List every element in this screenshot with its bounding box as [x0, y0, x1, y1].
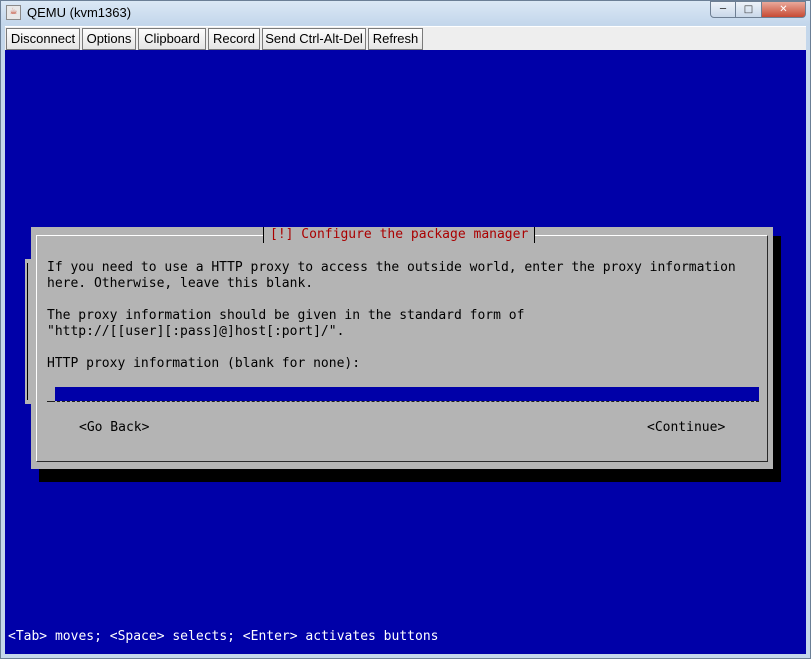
close-button[interactable]: ✕ [762, 1, 806, 18]
clipboard-button[interactable]: Clipboard [138, 28, 206, 50]
vnc-toolbar: Disconnect Options Clipboard Record Send… [5, 26, 806, 50]
vm-screen[interactable]: [!] Configure the package manager If you… [5, 50, 806, 654]
input-underline [47, 401, 759, 402]
dialog-title: [!] Configure the package manager [263, 227, 536, 243]
http-proxy-input[interactable] [55, 387, 759, 401]
maximize-button[interactable]: □ [736, 1, 762, 18]
refresh-button[interactable]: Refresh [368, 28, 423, 50]
proxy-instructions-line-2: here. Otherwise, leave this blank. [47, 276, 314, 291]
continue-button[interactable]: <Continue> [647, 420, 725, 436]
minimize-button[interactable]: ─ [710, 1, 736, 18]
disconnect-button[interactable]: Disconnect [6, 28, 80, 50]
proxy-format-line-1: The proxy information should be given in… [47, 308, 525, 323]
go-back-button[interactable]: <Go Back> [79, 420, 149, 436]
options-button[interactable]: Options [82, 28, 136, 50]
proxy-instructions-line-1: If you need to use a HTTP proxy to acces… [47, 260, 736, 275]
qemu-window: ☕ QEMU (kvm1363) ─ □ ✕ Disconnect Option… [0, 0, 811, 659]
window-controls: ─ □ ✕ [710, 1, 806, 19]
keyboard-help-status: <Tab> moves; <Space> selects; <Enter> ac… [8, 629, 439, 644]
input-left-margin [47, 387, 55, 402]
java-cup-icon: ☕ [6, 5, 21, 20]
send-ctrl-alt-del-button[interactable]: Send Ctrl-Alt-Del [262, 28, 366, 50]
proxy-field-label: HTTP proxy information (blank for none): [47, 356, 361, 371]
title-bar[interactable]: ☕ QEMU (kvm1363) ─ □ ✕ [1, 1, 810, 25]
configure-package-manager-dialog: [!] Configure the package manager If you… [31, 227, 773, 469]
window-title: QEMU (kvm1363) [27, 5, 132, 20]
background-dialog-border [27, 263, 30, 400]
proxy-format-line-2: "http://[[user][:pass]@]host[:port]/". [47, 324, 345, 339]
record-button[interactable]: Record [208, 28, 260, 50]
